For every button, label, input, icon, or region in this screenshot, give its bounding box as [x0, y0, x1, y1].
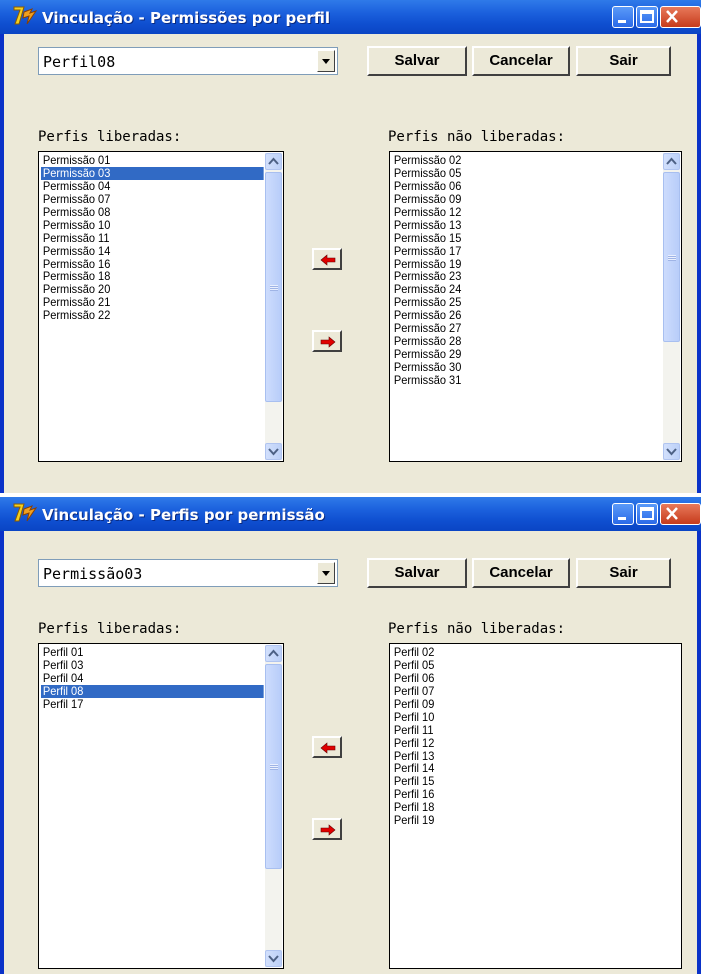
cancel-button[interactable]: Cancelar	[472, 558, 570, 588]
arrow-left-icon	[320, 254, 336, 266]
list-item[interactable]: Permissão 31	[392, 373, 658, 387]
chevron-down-icon	[666, 448, 677, 456]
liberadas-listbox[interactable]: Permissão 01 Permissão 03 Permissão 04 Perm…	[38, 151, 284, 462]
nao-liberadas-listbox[interactable]: Permissão 02 Permissão 05 Permissão 06 Perm…	[389, 151, 682, 462]
scroll-down-button[interactable]	[265, 950, 282, 967]
vertical-scrollbar[interactable]	[663, 153, 680, 460]
minimize-icon	[618, 517, 626, 520]
save-button[interactable]: Salvar	[367, 558, 467, 588]
app-logo-icon	[13, 503, 38, 522]
minimize-button[interactable]	[612, 503, 634, 525]
minimize-icon	[618, 20, 626, 23]
scroll-down-button[interactable]	[265, 443, 282, 460]
maximize-button[interactable]	[636, 6, 658, 28]
close-icon	[666, 10, 678, 23]
maximize-icon	[640, 507, 654, 520]
nao-liberadas-items: Permissão 02 Permissão 05 Permissão 06 Perm…	[392, 154, 681, 387]
close-button[interactable]	[660, 6, 701, 28]
window-perfis-por-permissao: Vinculação - Perfis por permissão Permis…	[0, 497, 701, 974]
move-left-button[interactable]	[312, 248, 342, 270]
maximize-icon	[640, 10, 654, 23]
scroll-thumb[interactable]	[663, 172, 680, 342]
scroll-down-button[interactable]	[663, 443, 680, 460]
chevron-up-icon	[268, 649, 279, 657]
scroll-up-button[interactable]	[265, 645, 282, 662]
minimize-button[interactable]	[612, 6, 634, 28]
right-list-label: Perfis não liberadas:	[388, 129, 566, 145]
nao-liberadas-items: Perfil 02 Perfil 05 Perfil 06 Perfil 07 Perf…	[392, 646, 681, 827]
arrow-left-icon	[320, 742, 336, 754]
move-right-button[interactable]	[312, 330, 342, 352]
left-list-label: Perfis liberadas:	[38, 621, 182, 637]
right-list-label: Perfis não liberadas:	[388, 621, 566, 637]
chevron-up-icon	[666, 157, 677, 165]
exit-button[interactable]: Sair	[576, 46, 671, 76]
liberadas-items: Perfil 01 Perfil 03 Perfil 04 Perfil 08 Perf…	[41, 646, 283, 711]
chevron-down-icon	[268, 955, 279, 963]
permissao-select[interactable]: Permissão03	[38, 559, 338, 587]
left-list-label: Perfis liberadas:	[38, 129, 182, 145]
close-icon	[666, 507, 678, 520]
chevron-down-icon	[322, 571, 330, 576]
window-client-area: Permissão03 Salvar Cancelar Sair Perfis …	[4, 531, 697, 974]
vertical-scrollbar[interactable]	[265, 645, 282, 967]
app-logo-icon	[13, 6, 38, 25]
scroll-thumb[interactable]	[265, 664, 282, 869]
move-left-button[interactable]	[312, 736, 342, 758]
title-bar[interactable]: Vinculação - Permissões por perfil	[0, 0, 701, 34]
dropdown-button[interactable]	[317, 50, 335, 72]
liberadas-items: Permissão 01 Permissão 03 Permissão 04 Perm…	[41, 154, 283, 322]
chevron-down-icon	[322, 59, 330, 64]
window-title: Vinculação - Permissões por perfil	[42, 9, 331, 27]
move-right-button[interactable]	[312, 818, 342, 840]
cancel-button[interactable]: Cancelar	[472, 46, 570, 76]
list-item[interactable]: Perfil 19	[392, 814, 658, 827]
arrow-right-icon	[320, 824, 336, 836]
scroll-thumb[interactable]	[265, 172, 282, 402]
perfil-select[interactable]: Perfil08	[38, 47, 338, 75]
perfil-select-value: Perfil08	[43, 53, 116, 71]
permissao-select-value: Permissão03	[43, 565, 143, 583]
window-permissoes-por-perfil: Vinculação - Permissões por perfil Perfi…	[0, 0, 701, 493]
scroll-up-button[interactable]	[265, 153, 282, 170]
vertical-scrollbar[interactable]	[265, 153, 282, 460]
title-bar[interactable]: Vinculação - Perfis por permissão	[0, 497, 701, 531]
list-item[interactable]: Permissão 22	[41, 309, 264, 322]
close-button[interactable]	[660, 503, 701, 525]
maximize-button[interactable]	[636, 503, 658, 525]
window-client-area: Perfil08 Salvar Cancelar Sair Perfis lib…	[4, 34, 697, 493]
list-item[interactable]: Perfil 17	[41, 697, 264, 711]
nao-liberadas-listbox[interactable]: Perfil 02 Perfil 05 Perfil 06 Perfil 07 Perf…	[389, 643, 682, 969]
scroll-up-button[interactable]	[663, 153, 680, 170]
exit-button[interactable]: Sair	[576, 558, 671, 588]
window-title: Vinculação - Perfis por permissão	[42, 506, 325, 524]
chevron-up-icon	[268, 157, 279, 165]
liberadas-listbox[interactable]: Perfil 01 Perfil 03 Perfil 04 Perfil 08 Perf…	[38, 643, 284, 969]
arrow-right-icon	[320, 336, 336, 348]
dropdown-button[interactable]	[317, 562, 335, 584]
chevron-down-icon	[268, 448, 279, 456]
save-button[interactable]: Salvar	[367, 46, 467, 76]
